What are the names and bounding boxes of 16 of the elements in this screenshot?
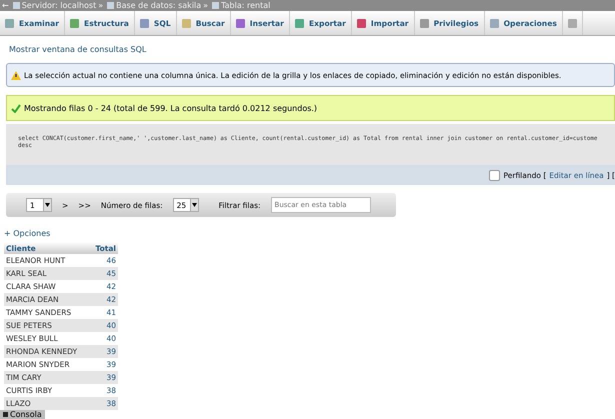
success-text: Mostrando filas 0 - 24 (total de 599. La consulta tardó 0.0212 segundos.) — [24, 104, 318, 112]
breadcrumb-separator: » — [98, 1, 104, 10]
console-icon — [3, 412, 8, 417]
breadcrumb-separator: » — [203, 1, 208, 10]
query-window-link[interactable]: Mostrar ventana de consultas SQL — [9, 45, 615, 54]
breadcrumb-icon — [107, 2, 114, 9]
console-tab[interactable]: Consola — [0, 410, 45, 419]
checkmark-icon — [11, 104, 21, 112]
profiling-checkbox[interactable] — [489, 170, 500, 180]
breadcrumb-icon — [12, 2, 20, 9]
warning-icon — [11, 70, 21, 80]
caret-icon — [45, 203, 50, 207]
caret-icon — [192, 203, 197, 207]
back-arrow[interactable]: ← — [2, 1, 9, 10]
breadcrumb-icon — [212, 2, 220, 9]
options-link[interactable]: + Opciones — [4, 229, 615, 238]
